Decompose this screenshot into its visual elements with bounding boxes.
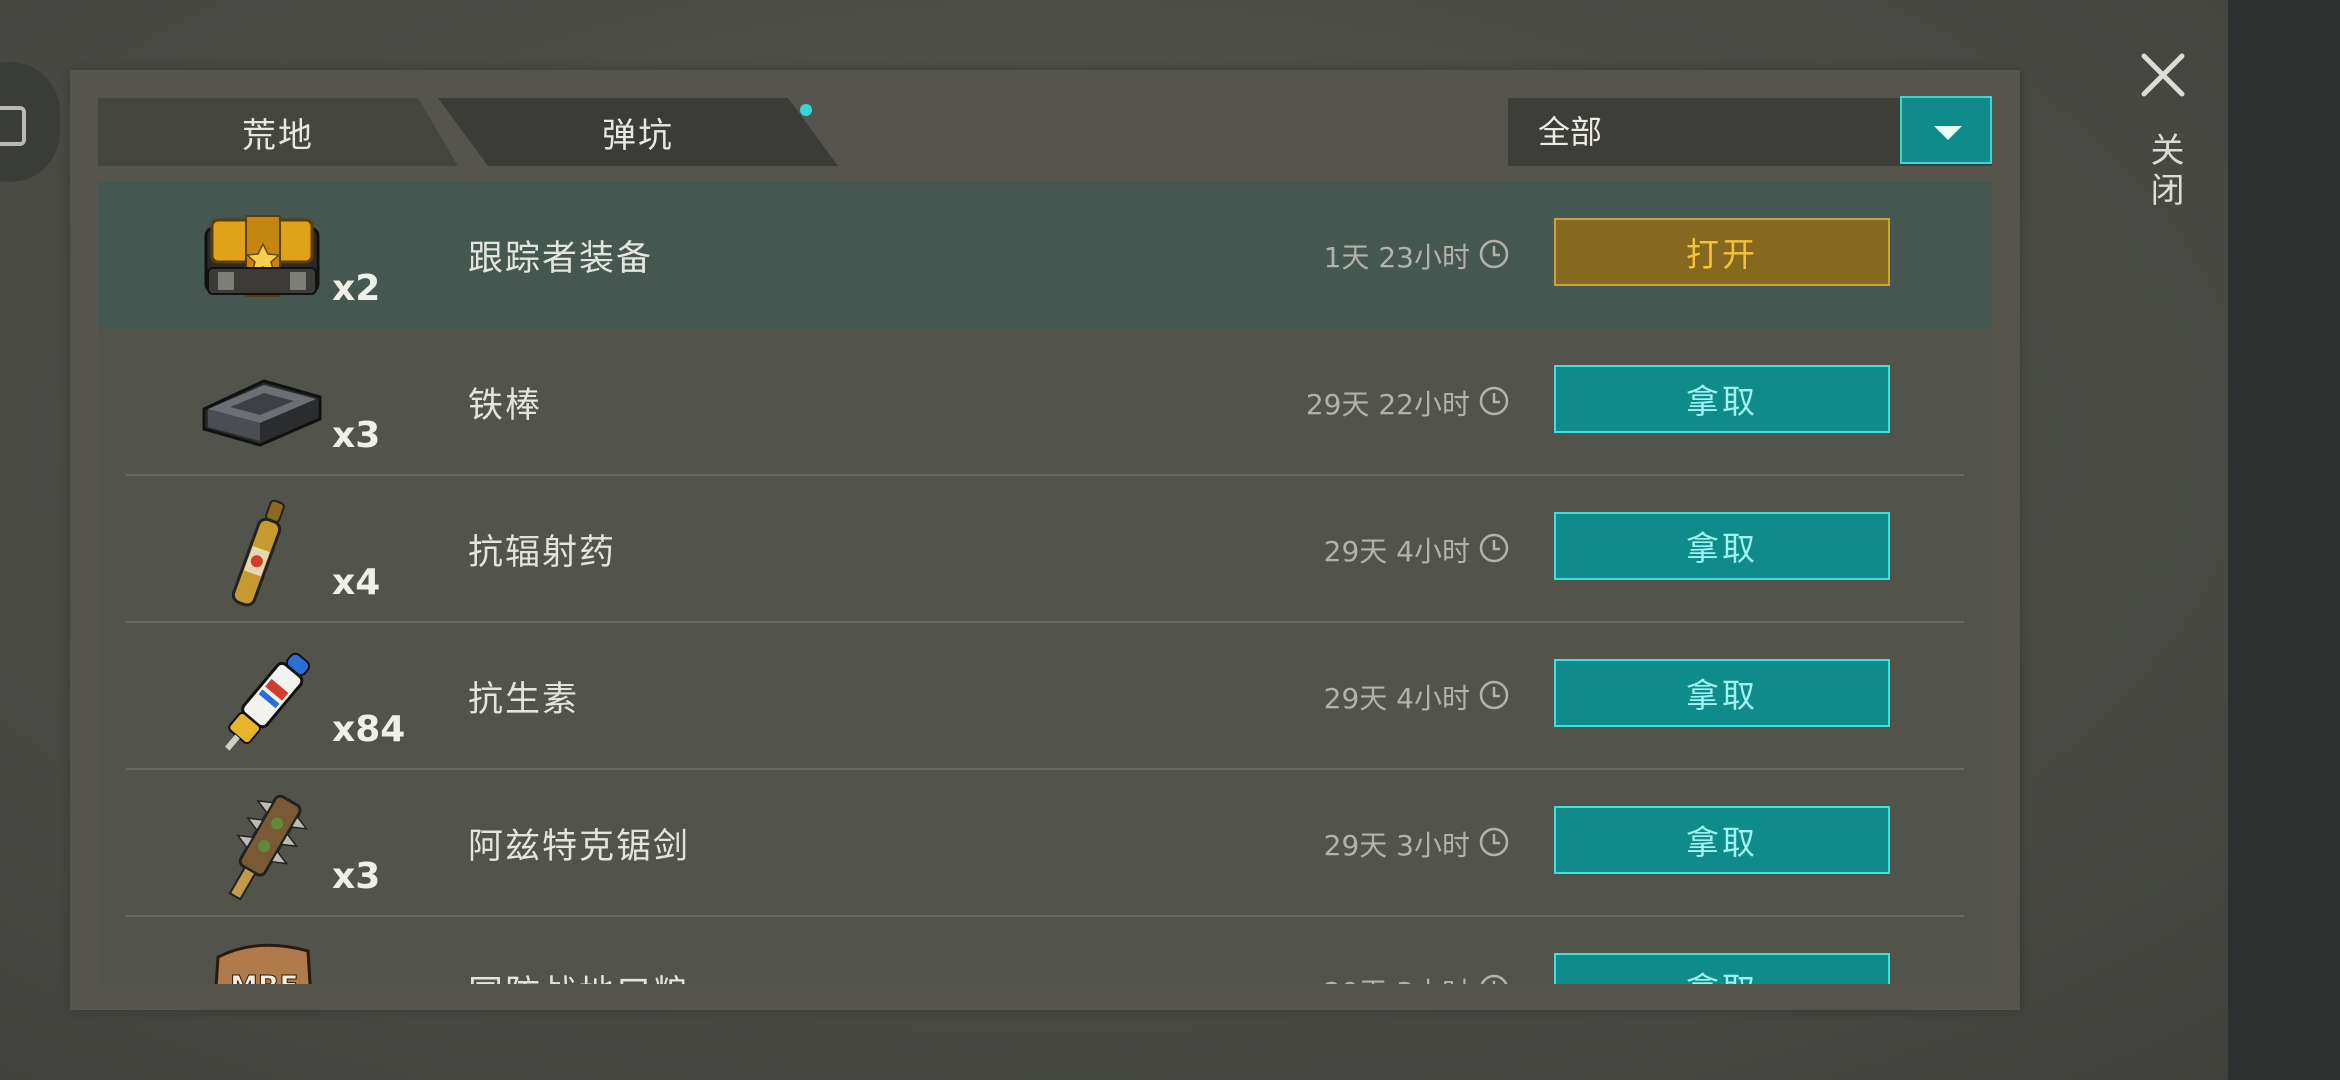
list-item: x4 抗辐射药 29天 4小时 拿取 xyxy=(98,476,1992,623)
clock-icon xyxy=(1479,386,1509,416)
item-name: 国防战地口粮 xyxy=(468,965,690,984)
tab-crater[interactable]: 弹坑 xyxy=(438,98,838,166)
item-name: 铁棒 xyxy=(468,386,543,426)
mre-pack-icon: MRE xyxy=(214,943,312,984)
item-quantity: x3 xyxy=(332,856,381,897)
close-icon[interactable] xyxy=(2138,50,2188,100)
clock-icon xyxy=(1480,974,1508,984)
filter-selected-value: 全部 xyxy=(1538,113,1603,151)
list-item: x2 跟踪者装备 1天 23小时 打开 xyxy=(98,182,1992,329)
item-timer: 29天 4小时 xyxy=(1323,682,1470,715)
clock-icon xyxy=(1479,533,1509,563)
notification-dot xyxy=(800,104,812,116)
item-name: 跟踪者装备 xyxy=(468,239,654,279)
item-timer: 1天 23小时 xyxy=(1323,241,1470,274)
tab-bar: 荒地 弹坑 全部 xyxy=(98,96,1992,166)
right-edge-strip xyxy=(2228,0,2340,1080)
item-list[interactable]: x2 跟踪者装备 1天 23小时 打开 x3 铁棒 29天 22小时 拿取 x4… xyxy=(98,182,1992,984)
take-button[interactable]: 拿取 xyxy=(1554,806,1890,874)
filter-select[interactable]: 全部 xyxy=(1508,96,1992,166)
list-item: x84 抗生素 29天 4小时 拿取 xyxy=(98,623,1992,770)
item-timer: 29天 22小时 xyxy=(1305,388,1470,421)
open-button[interactable]: 打开 xyxy=(1554,218,1890,286)
chevron-down-icon xyxy=(1934,126,1962,140)
item-quantity: x84 xyxy=(332,709,406,750)
clock-icon xyxy=(1479,827,1509,857)
iron-bar-icon xyxy=(202,379,322,447)
tab-wasteland[interactable]: 荒地 xyxy=(98,98,458,166)
item-name: 阿兹特克锯剑 xyxy=(468,827,691,867)
inventory-panel: 荒地 弹坑 全部 x2 跟踪者装备 1天 23小时 打开 x3 铁棒 29天 2… xyxy=(70,70,2020,1010)
tab-crater-label: 弹坑 xyxy=(602,115,674,156)
list-item: x3 铁棒 29天 22小时 拿取 xyxy=(98,329,1992,476)
item-name: 抗辐射药 xyxy=(468,533,617,573)
clock-icon xyxy=(1479,239,1509,269)
svg-text:MRE: MRE xyxy=(230,969,299,984)
take-button[interactable]: 拿取 xyxy=(1554,365,1890,433)
item-name: 抗生素 xyxy=(468,680,580,720)
take-button[interactable]: 拿取 xyxy=(1554,659,1890,727)
take-button[interactable]: 拿取 xyxy=(1554,953,1890,984)
panel-toggle-icon xyxy=(0,106,26,146)
close-label[interactable]: 关闭 xyxy=(2140,132,2189,212)
saw-sword-icon xyxy=(228,794,309,901)
item-timer: 29天 3小时 xyxy=(1324,971,1470,984)
list-item: MRE 国防战地口粮 29天 3小时 拿取 xyxy=(98,917,1992,984)
tab-wasteland-label: 荒地 xyxy=(242,115,314,156)
syringe-icon xyxy=(224,652,311,751)
item-quantity: x4 xyxy=(332,562,381,603)
item-timer: 29天 4小时 xyxy=(1323,535,1470,568)
side-menu-toggle[interactable] xyxy=(0,62,60,182)
item-quantity: x3 xyxy=(332,415,381,456)
gear-crate-icon xyxy=(204,215,320,297)
take-button[interactable]: 拿取 xyxy=(1554,512,1890,580)
clock-icon xyxy=(1479,680,1509,710)
filter-dropdown-button[interactable] xyxy=(1900,96,1992,164)
ampoule-icon xyxy=(231,499,285,607)
item-quantity: x2 xyxy=(332,268,381,309)
item-timer: 29天 3小时 xyxy=(1323,829,1470,862)
list-item: x3 阿兹特克锯剑 29天 3小时 拿取 xyxy=(98,770,1992,917)
